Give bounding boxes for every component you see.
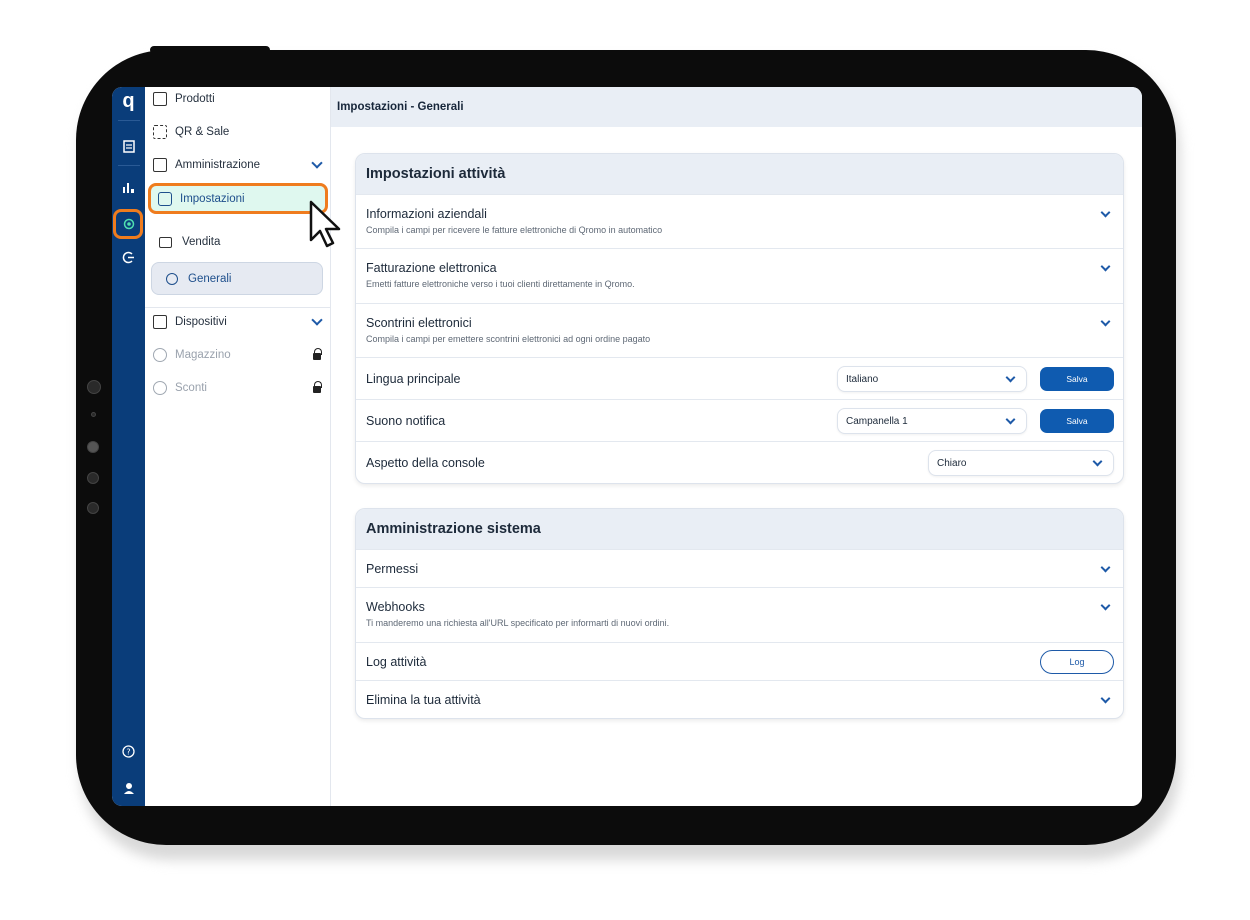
sidebar-item-label: Magazzino [175,349,231,361]
select-value: Chiaro [937,457,967,469]
row-title: Webhooks [366,600,425,614]
accordion-fatturazione-elettronica[interactable]: Fatturazione elettronica Emetti fatture … [356,248,1123,303]
log-attivita-row: Log attività Log [356,642,1123,680]
select-value: Campanella 1 [846,415,908,427]
sidebar-item-generali[interactable]: Generali [151,262,323,295]
sidebar-item-label: Vendita [182,236,221,248]
chevron-down-icon [311,314,323,326]
tablet-side-button [87,472,99,484]
accordion-scontrini-elettronici[interactable]: Scontrini elettronici Compila i campi pe… [356,303,1123,357]
business-settings-card: Impostazioni attività Informazioni azien… [355,153,1124,484]
row-title: Elimina la tua attività [366,693,481,707]
sidebar: Prodotti QR & Sale Amministrazione Impos… [145,87,331,806]
menu-icon [153,92,167,106]
chevron-down-icon [1005,372,1016,383]
save-sound-button[interactable]: Salva [1040,409,1114,433]
cash-register-icon [159,236,172,248]
help-icon[interactable]: ? [112,740,145,762]
row-description: Emetti fatture elettroniche verso i tuoi… [366,279,635,289]
console-theme-select[interactable]: Chiaro [928,450,1114,476]
gear-icon [166,272,178,285]
page-title: Impostazioni - Generali [331,87,1142,127]
bar-chart-icon[interactable] [112,176,145,198]
rail-divider [118,165,140,166]
sidebar-item-label: Sconti [175,382,207,394]
sidebar-item-label: QR & Sale [175,126,230,138]
receipt-icon[interactable] [112,135,145,157]
row-description: Compila i campi per emettere scontrini e… [366,334,651,344]
warehouse-icon [153,348,167,362]
lock-icon [313,381,322,393]
row-title: Fatturazione elettronica [366,261,497,275]
rail-divider [118,120,140,121]
row-title: Scontrini elettronici [366,316,472,330]
sidebar-item-dispositivi[interactable]: Dispositivi [153,314,331,329]
accordion-informazioni-aziendali[interactable]: Informazioni aziendali Compila i campi p… [356,194,1123,248]
sidebar-item-label: Prodotti [175,93,215,105]
sidebar-item-qr-sale[interactable]: QR & Sale [153,125,229,139]
qr-code-icon [153,125,167,139]
administration-icon [153,158,167,172]
sidebar-item-amministrazione[interactable]: Amministrazione [153,157,331,172]
sidebar-divider [145,307,331,308]
sidebar-item-label: Impostazioni [180,192,245,205]
sidebar-item-impostazioni[interactable]: Impostazioni [148,183,328,214]
discount-tag-icon [153,381,167,395]
accordion-elimina-attivita[interactable]: Elimina la tua attività [356,680,1123,718]
icon-rail: q ? [112,87,145,806]
lingua-principale-row: Lingua principale Italiano Salva [356,357,1123,399]
sidebar-item-label: Amministrazione [175,159,260,171]
accordion-webhooks[interactable]: Webhooks Ti manderemo una richiesta all'… [356,587,1123,642]
row-title: Informazioni aziendali [366,207,487,221]
svg-text:?: ? [126,747,130,756]
card-title: Amministrazione sistema [356,509,1123,549]
sidebar-item-vendita[interactable]: Vendita [159,236,220,248]
card-title: Impostazioni attività [356,154,1123,194]
accordion-permessi[interactable]: Permessi [356,549,1123,587]
devices-icon [153,315,167,329]
select-value: Italiano [846,373,879,385]
user-icon[interactable] [112,777,145,799]
app-screen: q ? Prodotti QR & Sale Amministrazione I… [112,87,1142,806]
row-description: Ti manderemo una richiesta all'URL speci… [366,618,670,628]
sidebar-item-label: Generali [188,272,232,285]
suono-notifica-row: Suono notifica Campanella 1 Salva [356,399,1123,441]
row-title: Permessi [366,562,419,576]
logo-icon[interactable]: q [112,90,145,112]
tablet-side-button [87,502,99,514]
lock-icon [313,348,322,360]
row-description: Compila i campi per ricevere le fatture … [366,225,663,235]
chevron-down-icon [1092,456,1103,467]
tablet-side-button [91,412,96,417]
system-administration-card: Amministrazione sistema Permessi Webhook… [355,508,1124,719]
sidebar-item-label: Dispositivi [175,316,227,328]
sidebar-item-sconti[interactable]: Sconti [153,381,331,395]
notification-sound-select[interactable]: Campanella 1 [837,408,1027,434]
log-button[interactable]: Log [1040,650,1114,674]
settings-icon[interactable] [112,213,145,235]
chevron-down-icon [311,157,323,169]
language-select[interactable]: Italiano [837,366,1027,392]
save-language-button[interactable]: Salva [1040,367,1114,391]
mouse-cursor-icon [309,200,341,248]
tablet-side-button [87,380,101,394]
sidebar-item-prodotti[interactable]: Prodotti [153,92,215,106]
sidebar-item-magazzino[interactable]: Magazzino [153,348,331,362]
chevron-down-icon [1005,414,1016,425]
tablet-camera [87,441,99,453]
store-settings-icon [158,191,172,206]
aspetto-console-row: Aspetto della console Chiaro [356,441,1123,483]
row-title: Log attività [366,655,427,669]
integrations-icon[interactable] [112,246,145,268]
